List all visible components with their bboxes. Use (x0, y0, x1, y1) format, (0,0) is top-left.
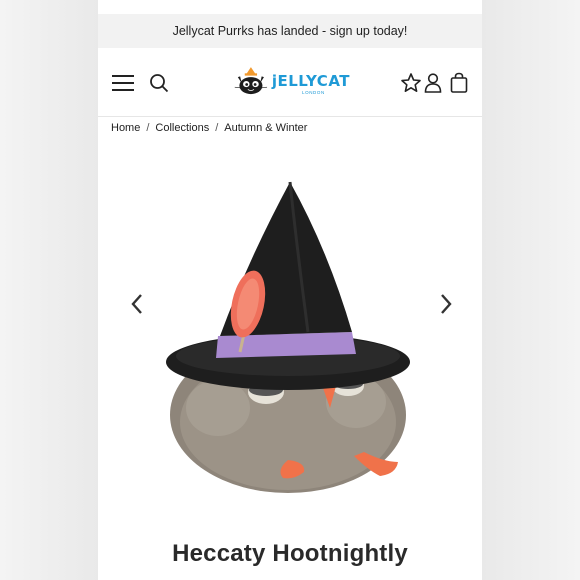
menu-icon[interactable] (110, 70, 136, 96)
cat-logo-icon (234, 67, 268, 95)
product-page: Jellycat Purrks has landed - sign up tod… (98, 0, 482, 580)
left-background (0, 0, 98, 580)
product-image (166, 181, 410, 493)
search-icon[interactable] (146, 70, 172, 96)
account-icon[interactable] (420, 70, 446, 96)
breadcrumb: Home / Collections / Autumn & Winter (111, 122, 307, 134)
logo-subtitle: LONDON (302, 90, 325, 95)
previous-image-chevron-icon[interactable] (125, 292, 149, 316)
promo-banner[interactable]: Jellycat Purrks has landed - sign up tod… (98, 14, 482, 48)
breadcrumb-home[interactable]: Home (111, 122, 140, 134)
bag-icon[interactable] (446, 70, 472, 96)
breadcrumb-separator: / (215, 122, 219, 134)
breadcrumb-separator: / (146, 122, 150, 134)
logo-wordmark: jELLYCAT (271, 72, 350, 90)
product-title: Heccaty Hootnightly (172, 540, 408, 567)
jellycat-logo[interactable]: jELLYCAT LONDON (234, 62, 350, 100)
next-image-chevron-icon[interactable] (434, 292, 458, 316)
breadcrumb-autumn-winter[interactable]: Autumn & Winter (224, 122, 307, 134)
promo-text[interactable]: Jellycat Purrks has landed - sign up tod… (173, 24, 408, 38)
site-header: jELLYCAT LONDON (98, 48, 482, 117)
right-background (482, 0, 580, 580)
product-image-gallery[interactable] (98, 140, 482, 520)
breadcrumb-collections[interactable]: Collections (155, 122, 209, 134)
